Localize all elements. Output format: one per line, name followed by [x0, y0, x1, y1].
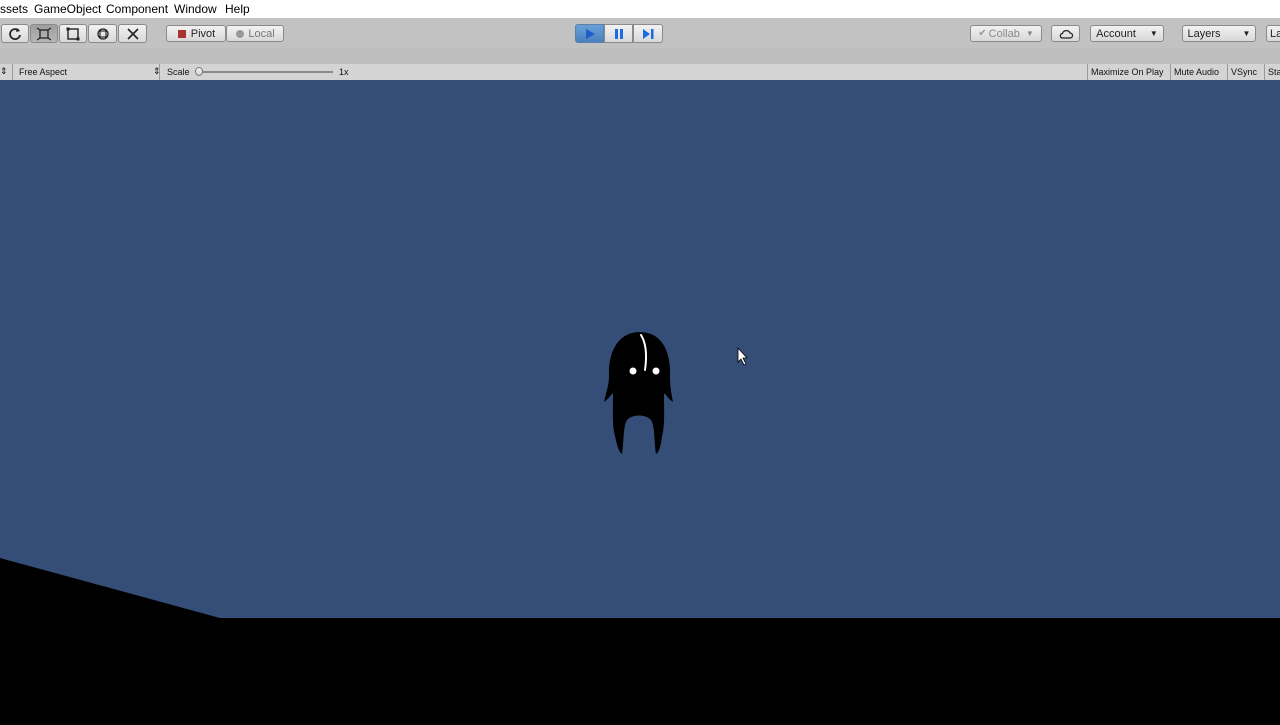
cloud-icon: [1059, 29, 1073, 39]
pivot-toggle[interactable]: Pivot: [166, 25, 226, 42]
pivot-label: Pivot: [190, 27, 216, 40]
scale-value: 1x: [339, 67, 349, 77]
rect-tool-button[interactable]: [59, 24, 87, 43]
tools-icon: [126, 27, 139, 40]
game-view[interactable]: [0, 80, 1280, 720]
layers-label: Layers: [1187, 27, 1221, 40]
step-icon: [643, 28, 654, 39]
pan-tool-button[interactable]: [1, 24, 29, 43]
menu-gameobject[interactable]: GameObject: [34, 2, 101, 16]
collab-dropdown[interactable]: ✔ Collab ▼: [970, 25, 1042, 42]
tab-strip: [0, 48, 1280, 65]
aspect-label: Free Aspect: [19, 67, 68, 77]
layers-dropdown[interactable]: Layers ▼: [1182, 25, 1256, 42]
display-dropdown-arrow[interactable]: ⇕: [0, 66, 8, 77]
scale-icon: [36, 27, 52, 40]
local-label: Local: [248, 27, 275, 40]
refresh-icon: [9, 27, 21, 40]
game-view-toolbar: ⇕ Free Aspect ⇕ Scale 1x Maximize On Pla…: [0, 64, 1280, 81]
game-scene: [0, 80, 1280, 720]
left-eye: [629, 367, 637, 375]
stats-toggle[interactable]: Sta: [1264, 64, 1280, 80]
account-label: Account: [1096, 27, 1136, 40]
scale-slider-thumb[interactable]: [195, 67, 203, 76]
chevron-down-icon: ▼: [1149, 29, 1158, 38]
step-button[interactable]: [633, 24, 663, 43]
layout-dropdown[interactable]: La: [1266, 25, 1280, 42]
layout-label: La: [1270, 27, 1280, 40]
chevron-down-icon: ▼: [1242, 29, 1251, 38]
maximize-on-play-toggle[interactable]: Maximize On Play: [1087, 64, 1170, 80]
menu-assets[interactable]: ssets: [0, 2, 28, 16]
pause-button[interactable]: [604, 24, 633, 43]
menu-help[interactable]: Help: [225, 2, 250, 16]
scale-slider-track[interactable]: [198, 71, 333, 73]
aspect-dropdown[interactable]: Free Aspect ⇕: [12, 64, 161, 80]
pause-icon: [614, 28, 623, 39]
vsync-label: VSync: [1231, 67, 1258, 77]
chevron-updown-icon: ⇕: [153, 66, 161, 76]
check-icon: ✔: [978, 28, 987, 39]
mute-audio-toggle[interactable]: Mute Audio: [1170, 64, 1227, 80]
account-dropdown[interactable]: Account ▼: [1090, 25, 1164, 42]
local-toggle[interactable]: Local: [226, 25, 284, 42]
right-eye: [652, 367, 660, 375]
transform-icon: [96, 27, 109, 40]
cloud-button[interactable]: [1051, 25, 1080, 42]
rect-tool-icon: [66, 27, 80, 40]
transform-tool-button[interactable]: [88, 24, 117, 43]
play-button[interactable]: [575, 24, 604, 43]
maximize-label: Maximize On Play: [1091, 67, 1164, 77]
scale-label: Scale: [167, 67, 190, 77]
menu-window[interactable]: Window: [174, 2, 217, 16]
mute-label: Mute Audio: [1174, 67, 1220, 77]
play-icon: [585, 28, 595, 39]
menu-bar: ssets GameObject Component Window Help: [0, 0, 1280, 18]
custom-tool-button[interactable]: [118, 24, 147, 43]
pivot-icon: [177, 29, 186, 38]
menu-component[interactable]: Component: [106, 2, 168, 16]
chevron-down-icon: ▼: [1025, 29, 1034, 38]
move-tool-button[interactable]: [30, 24, 58, 43]
vsync-toggle[interactable]: VSync: [1227, 64, 1264, 80]
local-icon: [236, 29, 245, 38]
stats-label: Sta: [1268, 67, 1280, 77]
play-controls: [575, 24, 663, 43]
collab-label: Collab: [988, 27, 1020, 40]
